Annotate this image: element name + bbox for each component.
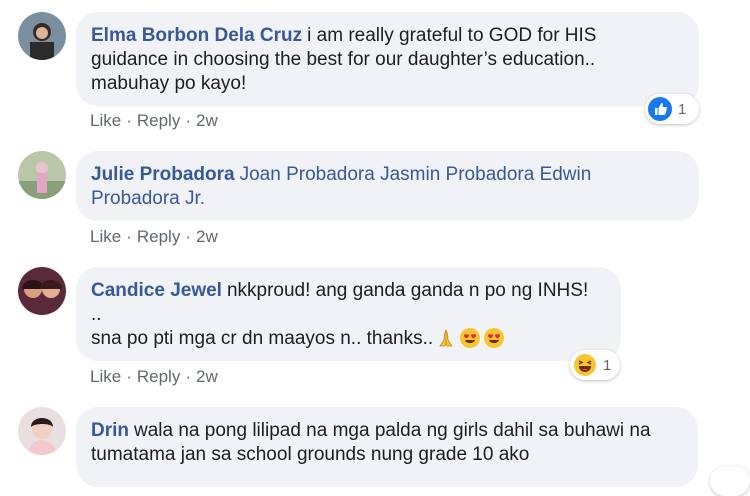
comment-author[interactable]: Drin (91, 420, 129, 441)
avatar[interactable] (18, 12, 66, 60)
comment-author[interactable]: Elma Borbon Dela Cruz (91, 25, 302, 46)
separator: · (185, 227, 191, 246)
reply-link[interactable]: Reply (137, 227, 180, 247)
avatar[interactable] (18, 267, 66, 315)
comment-actions: Like · Reply · 2w (90, 111, 218, 131)
separator: · (126, 227, 132, 246)
comment-bubble: Drin wala na pong lilipad na mga palda ng… (76, 407, 698, 487)
comment-text: .. (91, 304, 102, 325)
timestamp[interactable]: 2w (196, 367, 218, 387)
comment-bubble: Elma Borbon Dela Cruz i am really gratefu… (76, 12, 699, 106)
comment-author[interactable]: Candice Jewel (91, 280, 222, 301)
comment-actions: Like · Reply · 2w (90, 227, 218, 247)
comment-text: mabuhay po kayo! (91, 73, 247, 94)
comment-author[interactable]: Julie Probadora (91, 164, 235, 185)
like-link[interactable]: Like (90, 111, 121, 131)
heart-eyes-emoji (483, 327, 505, 349)
comment-actions: Like · Reply · 2w (90, 367, 218, 387)
reaction-count-value: 1 (603, 356, 612, 374)
avatar[interactable] (18, 151, 66, 199)
comment-bubble: Julie Probadora Joan Probadora Jasmin Pro… (76, 151, 699, 221)
comment-text: i am really grateful to GOD for HIS (307, 25, 597, 46)
timestamp[interactable]: 2w (196, 227, 218, 247)
separator: · (126, 111, 132, 130)
reaction-count-value: 1 (678, 100, 687, 118)
tagged-names[interactable]: Probadora Jr. (91, 187, 683, 211)
reply-link[interactable]: Reply (137, 367, 180, 387)
separator: · (185, 367, 191, 386)
tagged-names[interactable]: Joan Probadora Jasmin Probadora Edwin (240, 164, 592, 185)
reply-link[interactable]: Reply (137, 111, 180, 131)
timestamp[interactable]: 2w (196, 111, 218, 131)
comment-text: sna po pti mga cr dn maayos n.. thanks.. (91, 328, 434, 349)
comment-text: wala na pong lilipad na mga palda ng gir… (134, 420, 651, 441)
comment-text: tumatama jan sa school grounds nung grad… (91, 444, 530, 465)
reaction-count-partial[interactable] (710, 466, 750, 496)
comment-text: guidance in choosing the best for our da… (91, 49, 596, 70)
like-link[interactable]: Like (90, 367, 121, 387)
reaction-count[interactable]: 1 (645, 94, 699, 124)
heart-eyes-emoji (459, 327, 481, 349)
folded-hands-emoji (435, 327, 457, 349)
like-link[interactable]: Like (90, 227, 121, 247)
comment-bubble: Candice Jewel nkkproud! ang ganda ganda n… (76, 267, 621, 361)
comment-text: nkkproud! ang ganda ganda n po ng INHS! (226, 280, 589, 301)
haha-icon (573, 353, 597, 377)
like-icon (648, 97, 672, 121)
separator: · (126, 367, 132, 386)
comment-text-with-emoji: sna po pti mga cr dn maayos n.. thanks.. (91, 327, 605, 351)
reaction-count[interactable]: 1 (570, 350, 620, 380)
avatar[interactable] (18, 407, 66, 455)
separator: · (185, 111, 191, 130)
